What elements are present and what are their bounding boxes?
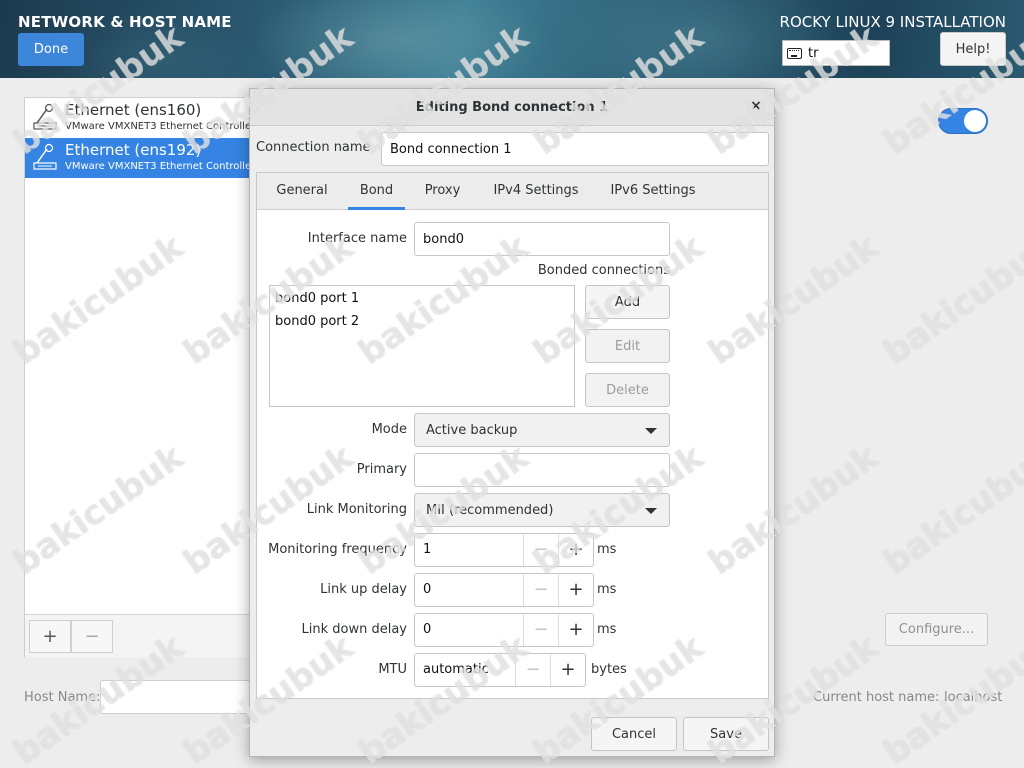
device-description: VMware VMXNET3 Ethernet Controller	[65, 161, 256, 172]
close-icon[interactable]: ×	[748, 98, 764, 114]
add-device-button[interactable]: +	[29, 620, 71, 653]
link-up-delay-label: Link up delay	[320, 582, 407, 597]
interface-name-label: Interface name	[307, 231, 407, 246]
monitoring-frequency-label: Monitoring frequency	[268, 542, 407, 557]
network-device-list: Ethernet (ens160) VMware VMXNET3 Etherne…	[24, 97, 264, 657]
device-item-ens160[interactable]: Ethernet (ens160) VMware VMXNET3 Etherne…	[25, 98, 264, 138]
decrement-icon[interactable]: −	[523, 574, 558, 606]
device-name: Ethernet (ens192)	[65, 141, 202, 159]
add-port-button[interactable]: Add	[585, 285, 670, 319]
link-down-delay-stepper[interactable]: 0 − +	[414, 613, 594, 647]
keyboard-icon	[787, 47, 802, 59]
configure-button[interactable]: Configure...	[885, 613, 988, 646]
ethernet-icon	[33, 143, 57, 170]
list-item[interactable]: bond0 port 1	[275, 291, 359, 306]
mode-value: Active backup	[426, 422, 518, 438]
save-button[interactable]: Save	[683, 717, 769, 751]
settings-notebook: General Bond Proxy IPv4 Settings IPv6 Se…	[256, 172, 769, 699]
primary-input[interactable]	[414, 453, 670, 487]
decrement-icon[interactable]: −	[523, 534, 558, 566]
toggle-knob	[964, 110, 986, 132]
decrement-icon[interactable]: −	[523, 614, 558, 646]
tab-general[interactable]: General	[267, 173, 337, 210]
link-down-delay-label: Link down delay	[301, 622, 408, 637]
watermark: bakicubuk	[876, 227, 1024, 373]
monitoring-frequency-stepper[interactable]: 1 − +	[414, 533, 594, 567]
tab-ipv4-settings[interactable]: IPv4 Settings	[482, 173, 590, 210]
stepper-value[interactable]: 0	[423, 614, 431, 646]
header-texture	[560, 0, 840, 78]
cancel-button[interactable]: Cancel	[591, 717, 677, 751]
link-monitoring-value: MII (recommended)	[426, 502, 554, 518]
decrement-icon[interactable]: −	[515, 654, 550, 686]
mode-dropdown[interactable]: Active backup	[414, 413, 670, 447]
unit-label: bytes	[591, 662, 627, 677]
help-button[interactable]: Help!	[940, 32, 1006, 66]
increment-icon[interactable]: +	[558, 574, 593, 606]
dialog-titlebar: Editing Bond connection 1 ×	[250, 89, 774, 126]
device-enable-toggle[interactable]	[938, 108, 988, 134]
tab-bar: General Bond Proxy IPv4 Settings IPv6 Se…	[257, 173, 768, 210]
interface-name-input[interactable]: bond0	[414, 222, 670, 256]
done-button[interactable]: Done	[18, 33, 84, 66]
stepper-value[interactable]: automatic	[423, 654, 489, 686]
current-host-name-value: localhost	[944, 690, 1003, 705]
connection-name-label: Connection name	[256, 140, 371, 155]
host-name-label: Host Name:	[24, 690, 101, 705]
bonded-connections-label: Bonded connections	[537, 263, 670, 278]
link-monitoring-dropdown[interactable]: MII (recommended)	[414, 493, 670, 527]
tab-proxy[interactable]: Proxy	[414, 173, 471, 210]
product-title: ROCKY LINUX 9 INSTALLATION	[779, 13, 1006, 31]
link-up-delay-stepper[interactable]: 0 − +	[414, 573, 594, 607]
device-item-ens192[interactable]: Ethernet (ens192) VMware VMXNET3 Etherne…	[25, 138, 264, 178]
edit-port-button[interactable]: Edit	[585, 329, 670, 363]
delete-port-button[interactable]: Delete	[585, 373, 670, 407]
keyboard-layout-value: tr	[808, 45, 819, 61]
mtu-stepper[interactable]: automatic − +	[414, 653, 586, 687]
tab-bond[interactable]: Bond	[348, 173, 405, 210]
header-texture	[250, 0, 550, 78]
list-item[interactable]: bond0 port 2	[275, 314, 359, 329]
unit-label: ms	[597, 622, 617, 637]
edit-connection-dialog: Editing Bond connection 1 × Connection n…	[249, 88, 775, 757]
device-list-toolbar: + −	[25, 614, 264, 657]
primary-label: Primary	[356, 462, 407, 477]
ethernet-icon	[33, 103, 57, 130]
increment-icon[interactable]: +	[558, 614, 593, 646]
chevron-down-icon	[645, 508, 657, 514]
current-host-name-label: Current host name:	[813, 690, 940, 705]
device-description: VMware VMXNET3 Ethernet Controller	[65, 121, 256, 132]
host-name-input[interactable]	[100, 680, 260, 714]
increment-icon[interactable]: +	[558, 534, 593, 566]
increment-icon[interactable]: +	[550, 654, 585, 686]
unit-label: ms	[597, 582, 617, 597]
keyboard-layout-indicator[interactable]: tr	[782, 40, 890, 66]
stepper-value[interactable]: 0	[423, 574, 431, 606]
bonded-connections-list[interactable]: bond0 port 1 bond0 port 2	[269, 285, 575, 407]
page-title: NETWORK & HOST NAME	[18, 13, 232, 31]
mode-label: Mode	[371, 422, 407, 437]
watermark: bakicubuk	[876, 437, 1024, 583]
chevron-down-icon	[645, 428, 657, 434]
dialog-title: Editing Bond connection 1	[415, 100, 609, 115]
header-bar: NETWORK & HOST NAME Done ROCKY LINUX 9 I…	[0, 0, 1024, 78]
remove-device-button[interactable]: −	[71, 620, 113, 653]
unit-label: ms	[597, 542, 617, 557]
mtu-label: MTU	[378, 662, 407, 677]
link-monitoring-label: Link Monitoring	[306, 502, 407, 517]
device-name: Ethernet (ens160)	[65, 101, 202, 119]
stepper-value[interactable]: 1	[423, 534, 431, 566]
tab-ipv6-settings[interactable]: IPv6 Settings	[599, 173, 707, 210]
connection-name-input[interactable]: Bond connection 1	[381, 132, 769, 166]
